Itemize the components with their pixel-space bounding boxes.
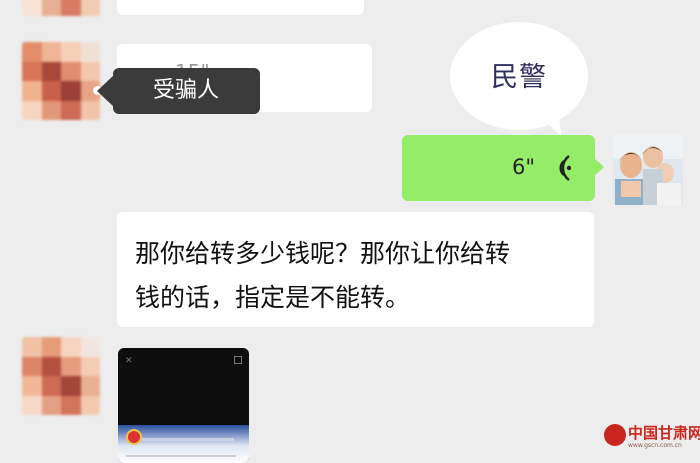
voice-message-outgoing[interactable]: 6" [402,135,604,201]
contact-avatar-victim[interactable] [22,42,100,120]
victim-label: 受骗人 [153,78,220,103]
emblem-icon [126,429,142,445]
message-line-2: 钱的话，指定是不能转。 [135,283,411,312]
voice-duration: 6" [511,155,535,179]
watermark-logo [604,424,626,446]
image-message-thumbnail[interactable]: ✕ [118,348,249,463]
close-icon: ✕ [125,356,133,366]
contact-avatar-top[interactable] [22,0,100,16]
message-bubble-top[interactable] [117,0,364,15]
square-icon [234,356,242,364]
police-avatar[interactable] [613,135,683,205]
contact-avatar-victim-2[interactable] [22,337,100,415]
watermark-name: 中国甘肃网 [628,424,700,442]
preview-text-line [126,455,236,457]
pixelated-avatar [22,42,100,120]
pixelated-avatar [22,337,100,415]
pixelated-avatar [22,0,100,16]
preview-title-bar [142,438,234,441]
site-watermark: 中国甘肃网 www.gscn.com.cn [604,420,700,456]
family-photo-avatar [613,135,683,205]
victim-label-callout: 受骗人 [97,68,260,114]
voice-wave-icon [559,155,572,181]
police-label: 民警 [491,62,547,93]
text-message-bubble[interactable]: 那你给转多少钱呢？那你让你给转 钱的话，指定是不能转。 [117,212,594,327]
watermark-url: www.gscn.com.cn [628,442,682,449]
message-line-1: 那你给转多少钱呢？那你让你给转 [135,239,511,268]
